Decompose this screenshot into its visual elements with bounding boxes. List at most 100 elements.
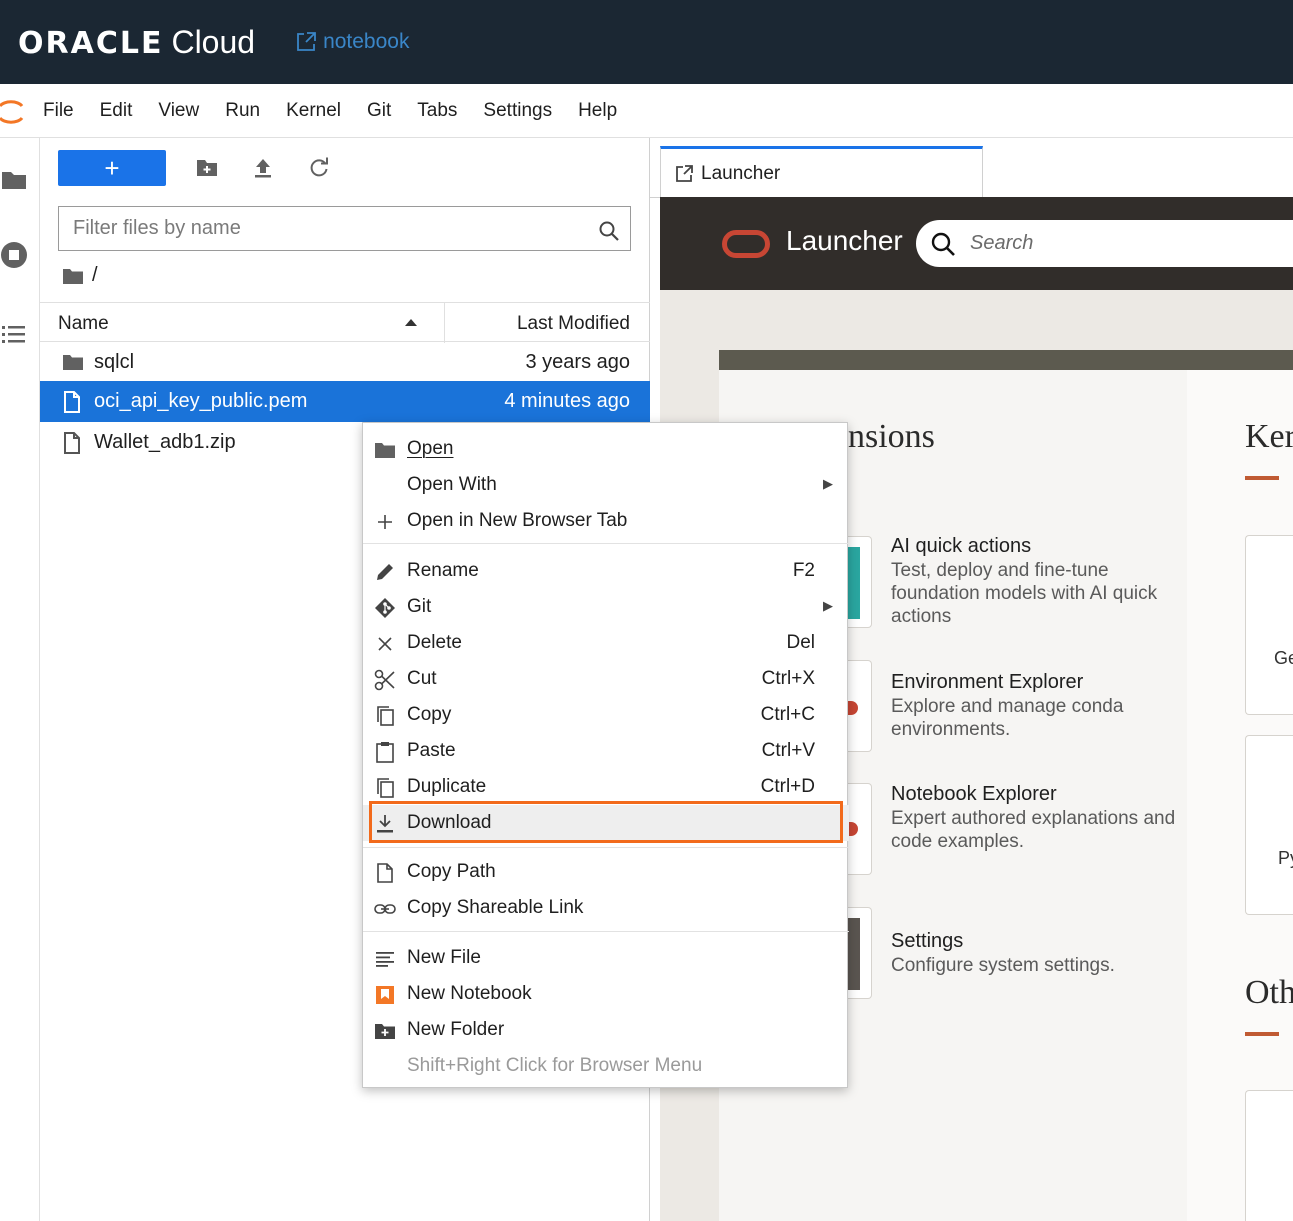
launcher-title: Launcher [786, 225, 903, 256]
download-highlight-box [369, 801, 843, 843]
ai-quick-actions-thumbnail[interactable] [846, 536, 872, 628]
file-name: sqlcl [94, 351, 135, 373]
menu-tabs[interactable]: Tabs [404, 100, 470, 122]
menu-delete-shortcut: Del [786, 632, 815, 653]
menu-run[interactable]: Run [212, 100, 273, 122]
folder-icon [374, 439, 396, 461]
menu-cut-shortcut: Ctrl+X [761, 668, 815, 689]
file-browser-toolbar: + [58, 150, 334, 186]
menu-open-with[interactable]: Open With ▶ [363, 467, 849, 503]
file-modified: 4 minutes ago [504, 390, 630, 412]
oracle-cloud-logo[interactable]: ORACLE Cloud [18, 24, 255, 61]
section-extensions-heading: nsions [848, 418, 935, 455]
column-divider[interactable] [444, 303, 445, 343]
menu-cut[interactable]: Cut Ctrl+X [363, 661, 849, 697]
menu-copy-label: Copy [407, 704, 452, 725]
new-folder-button[interactable] [192, 153, 222, 183]
menu-edit[interactable]: Edit [87, 100, 146, 122]
menu-new-folder[interactable]: New Folder [363, 1012, 849, 1048]
new-folder-icon [374, 1020, 396, 1042]
kernel-card-label: Ge [1274, 648, 1293, 668]
tab-launcher[interactable]: Launcher [660, 146, 983, 198]
menu-open[interactable]: Open [363, 431, 849, 467]
extension-environment-explorer[interactable]: Environment Explorer Explore and manage … [891, 671, 1191, 741]
menu-paste[interactable]: Paste Ctrl+V [363, 733, 849, 769]
file-row[interactable]: sqlcl 3 years ago [40, 342, 650, 383]
breadcrumb[interactable]: / [62, 264, 98, 287]
extension-title: Environment Explorer [891, 671, 1084, 693]
brand-suffix: Cloud [171, 23, 256, 60]
menu-kernel[interactable]: Kernel [273, 100, 354, 122]
folder-icon [63, 268, 83, 284]
menu-new-file[interactable]: New File [363, 940, 849, 976]
other-card[interactable] [1245, 1090, 1293, 1221]
notebook-link-label: notebook [323, 30, 410, 53]
menu-duplicate[interactable]: Duplicate Ctrl+D [363, 769, 849, 805]
menu-copy-path[interactable]: Copy Path [363, 854, 849, 890]
menu-copy[interactable]: Copy Ctrl+C [363, 697, 849, 733]
new-launcher-button[interactable]: + [58, 150, 166, 186]
running-sessions-icon[interactable] [0, 240, 30, 270]
extension-desc: Test, deploy and fine-tune foundation mo… [891, 560, 1158, 627]
menu-copy-shortcut: Ctrl+C [760, 704, 815, 725]
menu-git-label: Git [407, 596, 432, 617]
menu-view[interactable]: View [145, 100, 212, 122]
menu-git[interactable]: Git [354, 100, 404, 122]
table-of-contents-icon[interactable] [0, 320, 30, 350]
breadcrumb-root: / [92, 264, 98, 286]
menu-copy-link[interactable]: Copy Shareable Link [363, 890, 849, 926]
refresh-icon [310, 157, 328, 177]
section-other-heading: Oth [1245, 974, 1293, 1011]
kernel-card[interactable]: Py [1245, 735, 1293, 915]
menu-new-notebook[interactable]: New Notebook [363, 976, 849, 1012]
settings-thumbnail[interactable] [846, 907, 872, 999]
filter-files-input[interactable] [58, 206, 631, 251]
launcher-search-placeholder: Search [970, 232, 1034, 254]
menu-help[interactable]: Help [565, 100, 630, 122]
launcher-search-input[interactable]: Search [916, 220, 1293, 267]
extension-notebook-explorer[interactable]: Notebook Explorer Expert authored explan… [891, 783, 1191, 853]
menu-copy-link-label: Copy Shareable Link [407, 897, 584, 918]
submenu-arrow-icon: ▶ [823, 598, 833, 613]
column-last-modified[interactable]: Last Modified [517, 313, 630, 335]
notebook-link[interactable]: notebook [295, 30, 409, 54]
column-name[interactable]: Name [58, 313, 109, 335]
search-icon [931, 232, 955, 256]
file-row-selected[interactable]: oci_api_key_public.pem 4 minutes ago [40, 381, 650, 422]
oracle-header: ORACLE Cloud notebook [0, 0, 1293, 84]
menu-copy-path-label: Copy Path [407, 861, 496, 882]
file-browser-tab-icon[interactable] [0, 164, 30, 194]
sort-ascending-icon[interactable] [404, 317, 418, 327]
menu-duplicate-shortcut: Ctrl+D [760, 776, 815, 797]
submenu-arrow-icon: ▶ [823, 476, 833, 491]
heading-underline [1245, 476, 1279, 480]
notebook-explorer-thumbnail[interactable] [846, 783, 872, 875]
menu-file[interactable]: File [30, 100, 87, 122]
menu-paste-label: Paste [407, 740, 456, 761]
link-icon [374, 898, 396, 920]
file-list-header: Name Last Modified [40, 302, 650, 343]
menu-settings[interactable]: Settings [470, 100, 565, 122]
file-icon [64, 432, 80, 454]
menu-git[interactable]: Git ▶ [363, 589, 849, 625]
extension-ai-quick-actions[interactable]: AI quick actions Test, deploy and fine-t… [891, 535, 1191, 628]
menu-open-new-tab[interactable]: Open in New Browser Tab [363, 503, 849, 539]
menu-rename[interactable]: Rename F2 [363, 553, 849, 589]
jupyter-logo [0, 84, 30, 138]
upload-button[interactable] [248, 153, 278, 183]
menu-delete[interactable]: Delete Del [363, 625, 849, 661]
text-file-icon [374, 948, 396, 970]
refresh-button[interactable] [304, 153, 334, 183]
kernel-card[interactable]: Ge [1245, 535, 1293, 715]
file-icon [64, 391, 80, 413]
close-icon [374, 633, 396, 655]
external-link-icon [297, 32, 316, 51]
environment-explorer-thumbnail[interactable] [846, 660, 872, 752]
menu-delete-label: Delete [407, 632, 462, 653]
menu-separator [363, 847, 849, 848]
activity-bar [0, 138, 40, 1221]
tab-launcher-label: Launcher [701, 162, 781, 184]
menu-separator [363, 543, 849, 544]
search-icon [599, 221, 619, 241]
extension-settings[interactable]: Settings Configure system settings. [891, 930, 1191, 977]
